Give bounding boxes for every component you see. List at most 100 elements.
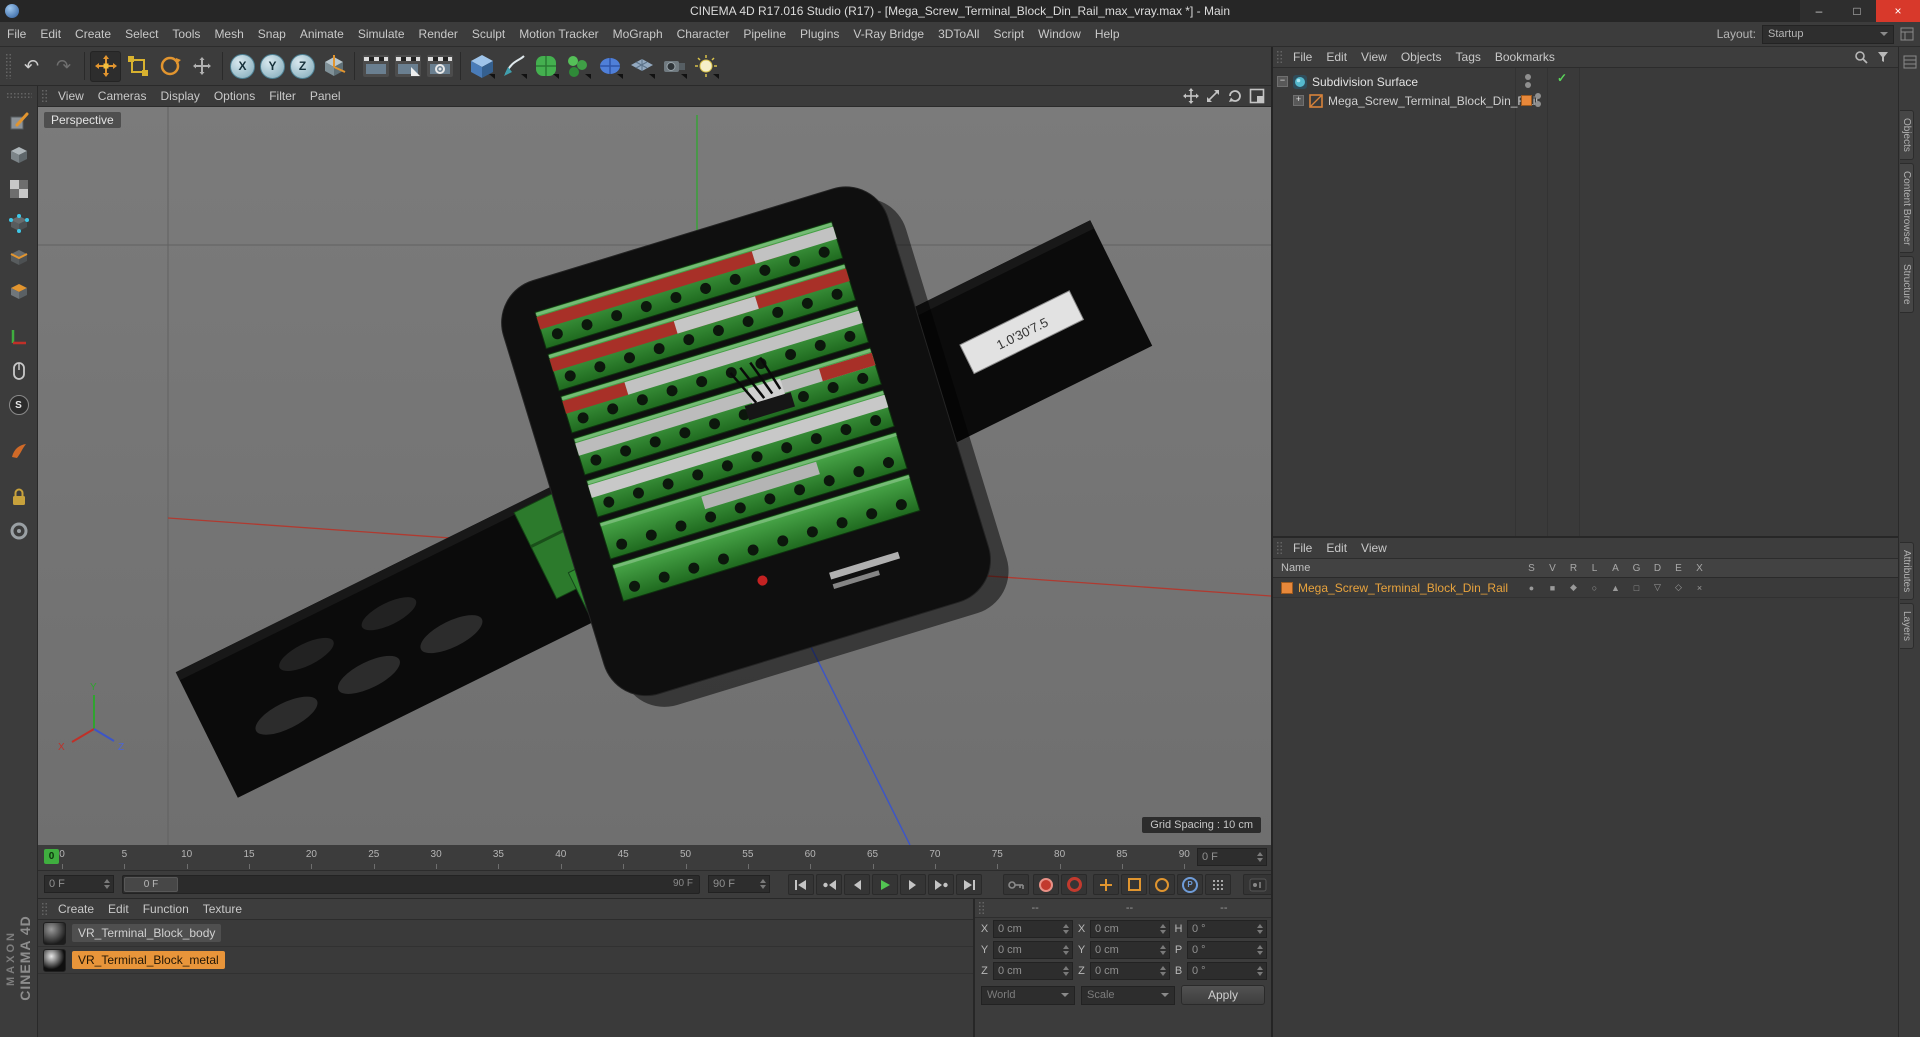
toggle-view-button[interactable] (1248, 88, 1265, 105)
edges-mode-button[interactable] (4, 242, 34, 272)
x-axis-lock-button[interactable]: X (230, 53, 255, 79)
material-row[interactable]: VR_Terminal_Block_body (38, 920, 973, 947)
layer-panel-menu-edit[interactable]: Edit (1319, 536, 1354, 560)
timeline-options-button[interactable] (1243, 874, 1273, 895)
goto-end-button[interactable] (956, 874, 982, 895)
size-z-field[interactable]: 0 cm (1090, 961, 1170, 980)
layer-column-header-a[interactable]: A (1605, 563, 1626, 574)
z-axis-lock-button[interactable]: Z (290, 53, 315, 79)
viewport-solo-button[interactable]: S (4, 390, 34, 420)
menu-motion-tracker[interactable]: Motion Tracker (512, 22, 605, 46)
pos-y-field[interactable]: 0 cm (993, 940, 1073, 959)
record-position-toggle[interactable] (1093, 874, 1119, 895)
menu-character[interactable]: Character (670, 22, 737, 46)
layer-column-header-r[interactable]: R (1563, 563, 1584, 574)
layer-column-header-l[interactable]: L (1584, 563, 1605, 574)
object-manager-menu-objects[interactable]: Objects (1394, 45, 1449, 69)
search-icon[interactable] (1854, 50, 1868, 64)
minimize-button[interactable]: – (1800, 0, 1838, 22)
close-button[interactable]: × (1876, 0, 1920, 22)
y-axis-lock-button[interactable]: Y (260, 53, 285, 79)
menu-script[interactable]: Script (986, 22, 1031, 46)
layer-toggle-icon--[interactable]: ◆ (1563, 582, 1584, 593)
menu-sculpt[interactable]: Sculpt (465, 22, 512, 46)
layer-column-header-s[interactable]: S (1521, 563, 1542, 574)
object-manager-menu-file[interactable]: File (1286, 45, 1319, 69)
add-camera-button[interactable] (658, 51, 689, 82)
visibility-dots[interactable] (1525, 74, 1531, 88)
layer-toggle-icon--[interactable]: × (1689, 583, 1710, 593)
add-subdivision-surface-button[interactable] (530, 51, 561, 82)
side-tab-layers[interactable]: Layers (1900, 603, 1914, 650)
record-parameter-toggle[interactable]: P (1177, 874, 1203, 895)
timeline-playhead[interactable]: 0 (44, 849, 59, 864)
material-menu-edit[interactable]: Edit (101, 897, 136, 921)
goto-start-button[interactable] (788, 874, 814, 895)
menu-3dtoall[interactable]: 3DToAll (931, 22, 986, 46)
layer-row[interactable]: Mega_Screw_Terminal_Block_Din_Rail ● ■ ◆ ○ ▲… (1273, 578, 1898, 598)
render-picture-viewer-button[interactable] (392, 51, 423, 82)
tweak-mode-button[interactable] (4, 356, 34, 386)
menu-plugins[interactable]: Plugins (793, 22, 846, 46)
model-mode-button[interactable] (4, 140, 34, 170)
record-rotation-toggle[interactable] (1149, 874, 1175, 895)
last-used-tool-button[interactable] (186, 51, 217, 82)
collapse-toggle[interactable]: − (1277, 76, 1288, 87)
undo-button[interactable]: ↶ (16, 51, 47, 82)
object-row-subdivision-surface[interactable]: − Subdivision Surface (1273, 72, 1898, 91)
rot-b-field[interactable]: 0 ° (1187, 961, 1267, 980)
material-menu-grip[interactable] (41, 902, 48, 916)
material-sphere-icon[interactable] (43, 948, 66, 972)
rotate-tool-button[interactable] (154, 51, 185, 82)
record-pla-toggle[interactable] (1205, 874, 1231, 895)
spinner-arrows[interactable] (758, 879, 767, 889)
layer-color-icon[interactable] (1281, 581, 1293, 594)
render-view-button[interactable] (360, 51, 391, 82)
menu-select[interactable]: Select (118, 22, 165, 46)
previous-frame-button[interactable] (844, 874, 870, 895)
material-menu-create[interactable]: Create (51, 897, 101, 921)
toolbar-grip[interactable] (5, 53, 12, 79)
rotate-view-button[interactable] (1226, 88, 1243, 105)
end-frame-field[interactable]: 90 F (708, 875, 770, 893)
layer-toggle-icon--[interactable]: ○ (1584, 583, 1605, 593)
add-environment-button[interactable] (626, 51, 657, 82)
layer-toggle-icon--[interactable]: ◇ (1668, 582, 1689, 593)
layer-color-chip[interactable] (1521, 95, 1532, 106)
side-tab-structure[interactable]: Structure (1900, 256, 1914, 313)
side-tab-objects[interactable]: Objects (1900, 110, 1914, 160)
layer-toggle-icon--[interactable]: ● (1521, 583, 1542, 593)
apply-button[interactable]: Apply (1181, 985, 1265, 1005)
menu-mesh[interactable]: Mesh (207, 22, 250, 46)
viewport-3d[interactable]: 1.0'30'7.5 Y X Z Perspective Grid Spacin… (38, 107, 1271, 845)
viewport-menu-grip[interactable] (41, 89, 48, 103)
side-tab-content-browser[interactable]: Content Browser (1900, 162, 1914, 254)
viewport-menu-filter[interactable]: Filter (262, 86, 303, 106)
size-x-field[interactable]: 0 cm (1090, 919, 1170, 938)
previous-key-button[interactable] (816, 874, 842, 895)
points-mode-button[interactable] (4, 208, 34, 238)
menu-v-ray-bridge[interactable]: V-Ray Bridge (846, 22, 931, 46)
viewport-menu-options[interactable]: Options (207, 86, 262, 106)
material-name[interactable]: VR_Terminal_Block_body (72, 924, 222, 942)
add-mograph-button[interactable] (562, 51, 593, 82)
pos-x-field[interactable]: 0 cm (993, 919, 1073, 938)
side-tab-attributes[interactable]: Attributes (1900, 542, 1914, 601)
enable-axis-button[interactable] (4, 322, 34, 352)
layer-toggle-icon--[interactable]: ▽ (1647, 582, 1668, 593)
menu-edit[interactable]: Edit (33, 22, 68, 46)
spinner-arrows[interactable] (1255, 852, 1264, 862)
layer-panel-menu-file[interactable]: File (1286, 536, 1319, 560)
material-menu-texture[interactable]: Texture (196, 897, 249, 921)
layer-toggle-icon--[interactable]: ▲ (1605, 583, 1626, 593)
panel-options-icon[interactable] (1903, 55, 1917, 69)
current-frame-field[interactable]: 0 F (44, 875, 114, 893)
name-column-header[interactable]: Name (1273, 562, 1310, 574)
object-row-terminal-block[interactable]: + Mega_Screw_Terminal_Block_Din_Rail (1273, 91, 1898, 110)
object-manager-menu-edit[interactable]: Edit (1319, 45, 1354, 69)
expand-toggle[interactable]: + (1293, 95, 1304, 106)
viewport-view-label[interactable]: Perspective (44, 112, 121, 128)
record-scale-toggle[interactable] (1121, 874, 1147, 895)
filter-icon[interactable] (1876, 50, 1890, 64)
object-manager-menu-bookmarks[interactable]: Bookmarks (1488, 45, 1562, 69)
